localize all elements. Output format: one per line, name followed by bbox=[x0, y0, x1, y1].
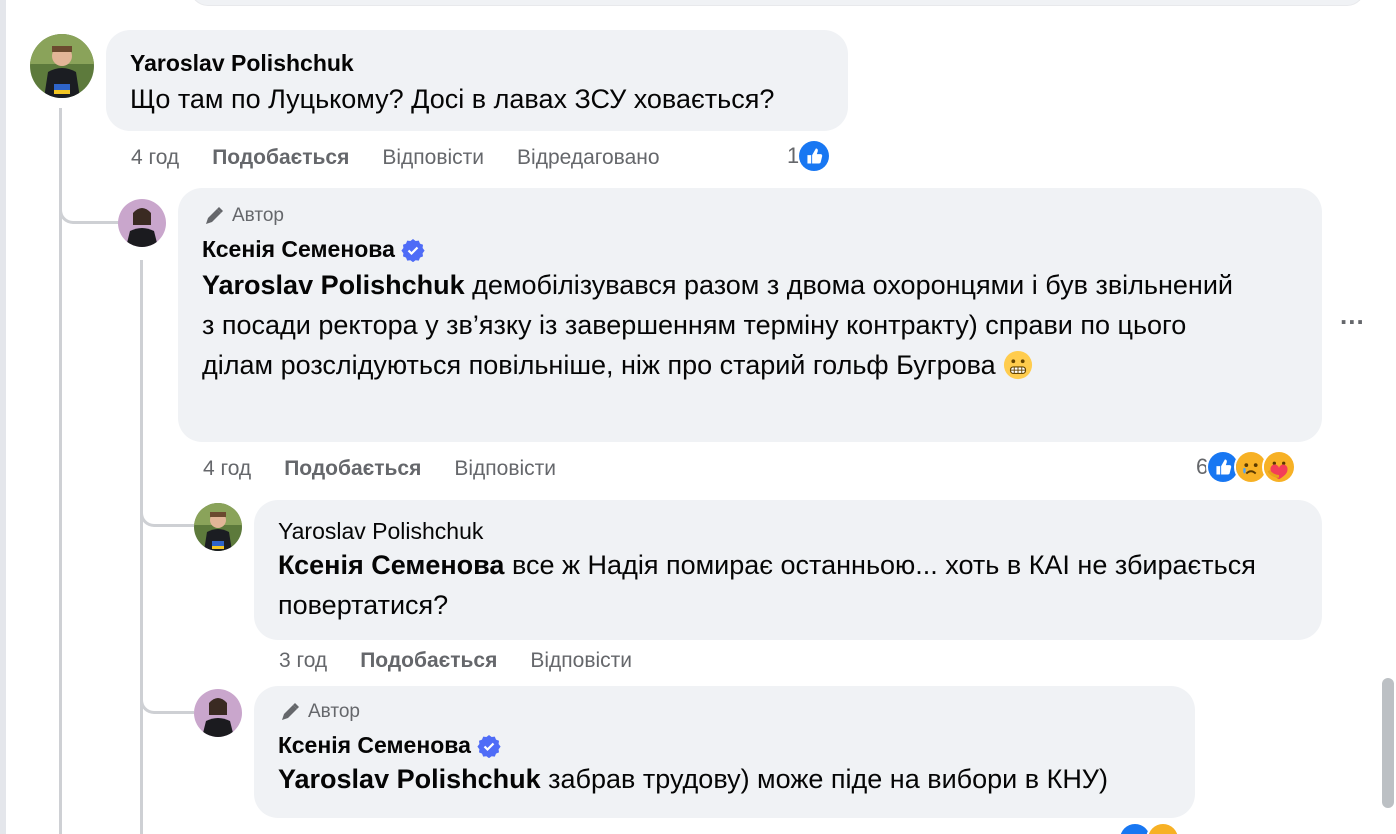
mention-link[interactable]: Yaroslav Polishchuk bbox=[202, 270, 465, 300]
reaction-summary[interactable]: 1 bbox=[787, 139, 832, 173]
care-reaction-icon bbox=[1262, 450, 1297, 484]
avatar[interactable] bbox=[194, 503, 242, 551]
edited-label: Відредаговано bbox=[517, 146, 660, 169]
commenter-name[interactable]: Ксенія Семенова bbox=[278, 732, 471, 759]
comment-text: Yaroslav Polishchuk демобілізувався разо… bbox=[202, 265, 1242, 385]
thread-connector bbox=[140, 680, 194, 714]
comment-bubble: Автор Ксенія Семенова Yaroslav Polishchu… bbox=[178, 188, 1322, 442]
author-badge-label: Автор bbox=[308, 701, 360, 722]
like-button[interactable]: Подобається bbox=[284, 457, 421, 481]
grimacing-emoji bbox=[1004, 350, 1033, 380]
avatar[interactable] bbox=[194, 689, 242, 737]
comment-timestamp[interactable]: 4 год bbox=[203, 457, 251, 481]
thread-connector bbox=[140, 496, 194, 527]
avatar[interactable] bbox=[30, 34, 94, 98]
comment-text: Ксенія Семенова все ж Надія помирає оста… bbox=[278, 545, 1278, 625]
like-reaction-icon bbox=[797, 139, 832, 173]
microphone-pencil-icon bbox=[282, 703, 299, 720]
like-button[interactable]: Подобається bbox=[360, 649, 497, 673]
comment-bubble: Автор Ксенія Семенова Yaroslav Polishchu… bbox=[254, 686, 1195, 818]
comment-text: Yaroslav Polishchuk забрав трудову) може… bbox=[278, 759, 1171, 799]
commenter-name[interactable]: Yaroslav Polishchuk bbox=[130, 50, 824, 77]
comment-bubble: Yaroslav Polishchuk Що там по Луцькому? … bbox=[106, 30, 848, 131]
mention-link[interactable]: Ксенія Семенова bbox=[278, 550, 504, 580]
scrollbar-thumb[interactable] bbox=[1382, 678, 1394, 808]
more-options-icon[interactable]: ... bbox=[1340, 300, 1365, 331]
commenter-name[interactable]: Yaroslav Polishchuk bbox=[278, 518, 483, 545]
comment-actions: 4 год Подобається Відповісти bbox=[203, 457, 589, 481]
reply-button[interactable]: Відповісти bbox=[382, 146, 484, 170]
verified-badge-icon bbox=[477, 734, 501, 758]
verified-badge-icon bbox=[401, 238, 425, 262]
reaction-summary[interactable]: 6 bbox=[1196, 450, 1297, 484]
comment-text: Що там по Луцькому? Досі в лавах ЗСУ хов… bbox=[130, 84, 775, 114]
microphone-pencil-icon bbox=[206, 207, 223, 224]
reaction-summary-partial[interactable] bbox=[1118, 822, 1180, 834]
comment-bubble: Yaroslav Polishchuk Ксенія Семенова все … bbox=[254, 500, 1322, 640]
like-button[interactable]: Подобається bbox=[212, 146, 349, 170]
page-left-edge bbox=[0, 0, 6, 834]
commenter-name[interactable]: Ксенія Семенова bbox=[202, 236, 395, 263]
comment-actions: 3 год Подобається Відповісти bbox=[279, 649, 665, 673]
author-badge: Автор bbox=[278, 700, 1171, 724]
thread-connector bbox=[59, 190, 119, 224]
care-reaction-icon bbox=[1146, 822, 1180, 834]
reply-button[interactable]: Відповісти bbox=[454, 457, 556, 481]
comment-actions: 4 год Подобається Відповісти Відредагова… bbox=[131, 146, 693, 170]
comment-timestamp[interactable]: 4 год bbox=[131, 146, 179, 170]
mention-link[interactable]: Yaroslav Polishchuk bbox=[278, 764, 541, 794]
avatar[interactable] bbox=[118, 199, 166, 247]
thread-line-nested bbox=[140, 260, 143, 834]
author-badge: Автор bbox=[202, 204, 1298, 228]
author-badge-label: Автор bbox=[232, 205, 284, 226]
reply-button[interactable]: Відповісти bbox=[530, 649, 632, 673]
comment-body: забрав трудову) може піде на вибори в КН… bbox=[540, 764, 1108, 794]
comment-timestamp[interactable]: 3 год bbox=[279, 649, 327, 673]
previous-comment-bubble-edge bbox=[190, 0, 1365, 6]
